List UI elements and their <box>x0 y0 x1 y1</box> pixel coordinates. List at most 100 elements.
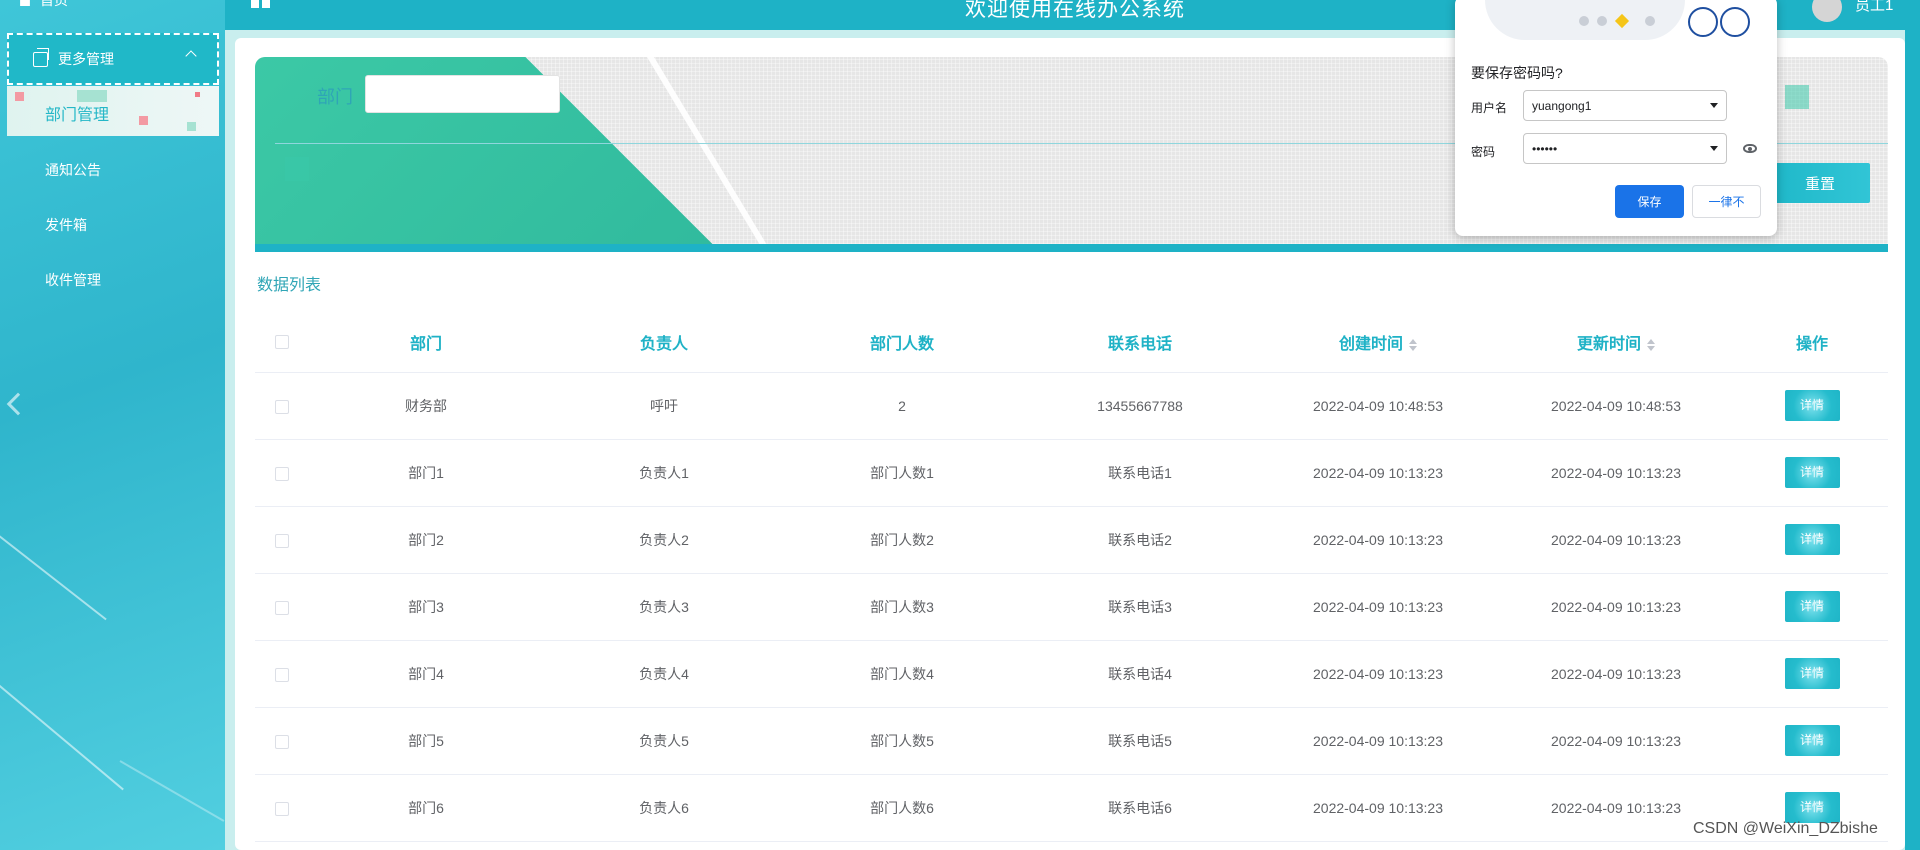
sidebar-item-home[interactable]: 首页 <box>18 0 68 10</box>
row-checkbox[interactable] <box>274 801 289 816</box>
table-row[interactable]: 部门2 负责人2 部门人数2 联系电话2 2022-04-09 10:13:23 2022… <box>255 506 1888 574</box>
row-select-cell <box>255 707 308 775</box>
cell-dept: 部门4 <box>308 640 544 708</box>
bicycle-wheel-icon <box>1688 7 1718 37</box>
department-search-input[interactable] <box>365 75 560 113</box>
column-header-label: 创建时间 <box>1338 335 1403 353</box>
table-row[interactable]: 部门5 负责人5 部门人数5 联系电话5 2022-04-09 10:13:23 2022… <box>255 707 1888 775</box>
cell-updated: 2022-04-09 10:13:23 <box>1496 640 1736 708</box>
row-select-cell <box>255 439 308 507</box>
row-checkbox[interactable] <box>274 667 289 682</box>
cell-created: 2022-04-09 10:13:23 <box>1260 774 1496 842</box>
cell-actions: 详情 <box>1736 439 1888 507</box>
table-row[interactable]: 财务部 呼吁 2 13455667788 2022-04-09 10:48:53 2022… <box>255 372 1888 440</box>
column-header-label: 更新时间 <box>1576 335 1641 353</box>
row-checkbox[interactable] <box>274 734 289 749</box>
column-header-dept: 部门 <box>308 312 544 373</box>
column-header-created[interactable]: 创建时间 <box>1260 312 1496 373</box>
cell-count: 部门人数6 <box>784 774 1020 842</box>
cell-dept: 部门2 <box>308 506 544 574</box>
row-select-cell <box>255 372 308 440</box>
watermark: CSDN @WeiXin_DZbishe <box>1693 820 1878 837</box>
cell-updated: 2022-04-09 10:13:23 <box>1496 573 1736 641</box>
cell-actions: 详情 <box>1736 640 1888 708</box>
decorative-square <box>195 92 200 97</box>
column-header-actions: 操作 <box>1736 312 1888 373</box>
detail-button[interactable]: 详情 <box>1784 725 1840 756</box>
cell-count: 部门人数4 <box>784 640 1020 708</box>
cell-phone: 联系电话1 <box>1020 439 1260 507</box>
chevron-up-icon <box>185 50 197 62</box>
save-password-dialog: 要保存密码吗? 用户名 yuangong1 密码 •••••• 保存 一律不 <box>1455 0 1777 236</box>
cell-actions: 详情 <box>1736 506 1888 574</box>
detail-button[interactable]: 详情 <box>1784 658 1840 689</box>
cell-dept: 部门1 <box>308 439 544 507</box>
grid-menu-icon[interactable] <box>251 0 271 10</box>
cell-phone: 联系电话2 <box>1020 506 1260 574</box>
sidebar-item-outbox[interactable]: 发件箱 <box>45 215 87 235</box>
cell-created: 2022-04-09 10:13:23 <box>1260 573 1496 641</box>
row-checkbox[interactable] <box>274 600 289 615</box>
table-row[interactable]: 部门4 负责人4 部门人数4 联系电话4 2022-04-09 10:13:23 2022… <box>255 640 1888 708</box>
detail-button[interactable]: 详情 <box>1784 390 1840 421</box>
row-checkbox[interactable] <box>274 533 289 548</box>
cell-updated: 2022-04-09 10:13:23 <box>1496 707 1736 775</box>
table-row[interactable]: 部门3 负责人3 部门人数3 联系电话3 2022-04-09 10:13:23 2022… <box>255 573 1888 641</box>
column-header-updated[interactable]: 更新时间 <box>1496 312 1736 373</box>
detail-button[interactable]: 详情 <box>1784 792 1840 823</box>
sort-icon[interactable] <box>1409 338 1417 351</box>
cell-leader: 负责人1 <box>544 439 784 507</box>
copy-icon <box>33 47 49 67</box>
avatar[interactable] <box>1812 0 1842 22</box>
sidebar-item-department[interactable]: 部门管理 <box>7 86 219 136</box>
row-checkbox[interactable] <box>274 466 289 481</box>
row-select-cell <box>255 573 308 641</box>
show-password-eye-icon[interactable] <box>1743 144 1757 153</box>
password-select[interactable]: •••••• <box>1523 133 1727 164</box>
decorative-square <box>15 92 24 101</box>
cell-count: 部门人数3 <box>784 573 1020 641</box>
cell-actions: 详情 <box>1736 372 1888 440</box>
sort-icon[interactable] <box>1647 338 1655 351</box>
decorative-dot <box>1645 16 1655 26</box>
cell-phone: 联系电话4 <box>1020 640 1260 708</box>
never-save-button[interactable]: 一律不 <box>1692 185 1761 218</box>
decorative-dot <box>1579 16 1589 26</box>
row-checkbox[interactable] <box>274 399 289 414</box>
cell-created: 2022-04-09 10:48:53 <box>1260 372 1496 440</box>
detail-button[interactable]: 详情 <box>1784 524 1840 555</box>
decorative-streak <box>119 760 225 822</box>
cell-created: 2022-04-09 10:13:23 <box>1260 707 1496 775</box>
detail-button[interactable]: 详情 <box>1784 457 1840 488</box>
reset-button[interactable]: 重置 <box>1770 163 1870 203</box>
cell-leader: 负责人2 <box>544 506 784 574</box>
table-row[interactable]: 部门6 负责人6 部门人数6 联系电话6 2022-04-09 10:13:23 2022… <box>255 774 1888 842</box>
cell-count: 2 <box>784 372 1020 440</box>
cell-phone: 联系电话5 <box>1020 707 1260 775</box>
sidebar-group-more-management[interactable]: 更多管理 <box>7 33 219 85</box>
dropdown-caret-icon <box>1710 103 1718 108</box>
user-name[interactable]: 员工1 <box>1855 0 1893 15</box>
username-label: 用户名 <box>1471 101 1508 115</box>
select-all-checkbox[interactable] <box>274 334 289 349</box>
sidebar-item-inbox[interactable]: 收件管理 <box>45 270 101 290</box>
save-password-button[interactable]: 保存 <box>1615 185 1684 218</box>
cell-actions: 详情 <box>1736 707 1888 775</box>
cell-phone: 13455667788 <box>1020 372 1260 440</box>
sidebar-group-label: 更多管理 <box>58 51 114 67</box>
cell-created: 2022-04-09 10:13:23 <box>1260 439 1496 507</box>
table-row[interactable]: 部门1 负责人1 部门人数1 联系电话1 2022-04-09 10:13:23 2022… <box>255 439 1888 507</box>
column-header-phone: 联系电话 <box>1020 312 1260 373</box>
username-select[interactable]: yuangong1 <box>1523 90 1727 121</box>
cell-dept: 财务部 <box>308 372 544 440</box>
detail-button[interactable]: 详情 <box>1784 591 1840 622</box>
decorative-dot <box>1597 16 1607 26</box>
username-value: yuangong1 <box>1532 98 1592 113</box>
cell-updated: 2022-04-09 10:13:23 <box>1496 506 1736 574</box>
decorative-square <box>187 122 196 131</box>
collapse-arrow-icon[interactable] <box>6 392 30 416</box>
sidebar-item-notices[interactable]: 通知公告 <box>45 160 101 180</box>
section-title: 数据列表 <box>257 277 322 294</box>
cell-leader: 呼吁 <box>544 372 784 440</box>
cell-created: 2022-04-09 10:13:23 <box>1260 506 1496 574</box>
